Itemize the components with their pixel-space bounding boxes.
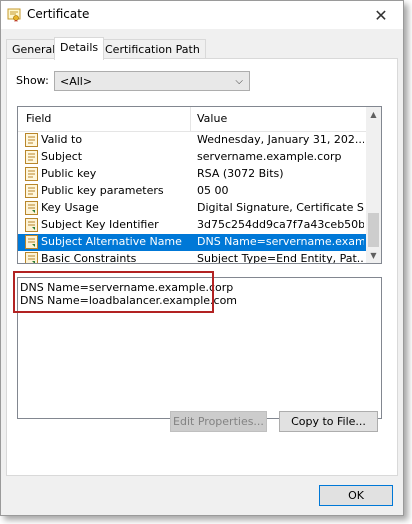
edit-properties-button[interactable]: Edit Properties... xyxy=(170,411,267,432)
window-title: Certificate xyxy=(27,7,90,21)
field-list[interactable]: Field Value Valid to Wednesday, January 3… xyxy=(17,106,382,264)
row-field: Subject Alternative Name xyxy=(41,235,182,248)
list-rows: Valid to Wednesday, January 31, 202... Sub… xyxy=(18,132,366,264)
column-header-field[interactable]: Field xyxy=(26,112,51,125)
list-row[interactable]: Public key RSA (3072 Bits) xyxy=(18,166,366,183)
extension-field-icon xyxy=(25,252,38,263)
list-row[interactable]: Public key parameters 05 00 xyxy=(18,183,366,200)
row-value: Wednesday, January 31, 202... xyxy=(197,133,364,146)
row-field: Subject Key Identifier xyxy=(41,218,159,231)
show-dropdown-value: <All> xyxy=(60,75,93,88)
close-icon: ✕ xyxy=(374,5,388,25)
row-value: Digital Signature, Certificate Si... xyxy=(197,201,364,214)
list-row[interactable]: Subject Alternative Name DNS Name=servern… xyxy=(18,234,366,251)
annotation-highlight-box xyxy=(13,271,214,313)
show-dropdown[interactable]: <All> ⌵ xyxy=(54,71,250,91)
certificate-field-icon xyxy=(25,184,38,198)
chevron-down-icon: ⌵ xyxy=(235,76,243,87)
row-value: RSA (3072 Bits) xyxy=(197,167,284,180)
column-divider[interactable] xyxy=(190,107,191,131)
scroll-thumb[interactable] xyxy=(368,213,379,247)
ok-button[interactable]: OK xyxy=(319,485,393,506)
list-row[interactable]: Subject servername.example.corp xyxy=(18,149,366,166)
list-row[interactable]: Basic Constraints Subject Type=End Entity… xyxy=(18,251,366,264)
row-value: 3d75c254dd9ca7f7a43ceb50b... xyxy=(197,218,364,231)
extension-field-icon xyxy=(25,235,38,249)
row-value: Subject Type=End Entity, Pat... xyxy=(197,252,364,264)
row-value: servername.example.corp xyxy=(197,150,342,163)
tab-details[interactable]: Details xyxy=(54,37,105,60)
certificate-dialog: Certificate ✕ General Details Certificat… xyxy=(0,0,404,516)
extension-field-icon xyxy=(25,201,38,215)
row-field: Basic Constraints xyxy=(41,252,137,264)
list-row[interactable]: Subject Key Identifier 3d75c254dd9ca7f7a4… xyxy=(18,217,366,234)
row-field: Public key xyxy=(41,167,97,180)
list-header: Field Value xyxy=(18,107,366,132)
certificate-icon xyxy=(7,8,21,22)
certificate-field-icon xyxy=(25,167,38,181)
close-button[interactable]: ✕ xyxy=(359,1,403,29)
show-label: Show: xyxy=(16,74,49,87)
scroll-up-icon[interactable]: ▲ xyxy=(366,107,381,122)
row-field: Key Usage xyxy=(41,201,99,214)
details-panel: Show: <All> ⌵ Field Value Valid to Wednes… xyxy=(6,58,398,476)
tab-certification-path[interactable]: Certification Path xyxy=(99,39,206,60)
certificate-field-icon xyxy=(25,133,38,147)
row-field: Valid to xyxy=(41,133,83,146)
list-row[interactable]: Key Usage Digital Signature, Certificate … xyxy=(18,200,366,217)
certificate-field-icon xyxy=(25,150,38,164)
extension-field-icon xyxy=(25,218,38,232)
row-field: Subject xyxy=(41,150,83,163)
column-header-value[interactable]: Value xyxy=(197,112,227,125)
copy-to-file-button[interactable]: Copy to File... xyxy=(279,411,378,432)
title-bar[interactable]: Certificate ✕ xyxy=(1,1,403,29)
row-field: Public key parameters xyxy=(41,184,164,197)
vertical-scrollbar[interactable]: ▲ ▼ xyxy=(366,107,381,263)
list-row[interactable]: Valid to Wednesday, January 31, 202... xyxy=(18,132,366,149)
scroll-down-icon[interactable]: ▼ xyxy=(366,248,381,263)
row-value: DNS Name=servername.exam... xyxy=(197,235,364,248)
row-value: 05 00 xyxy=(197,184,229,197)
